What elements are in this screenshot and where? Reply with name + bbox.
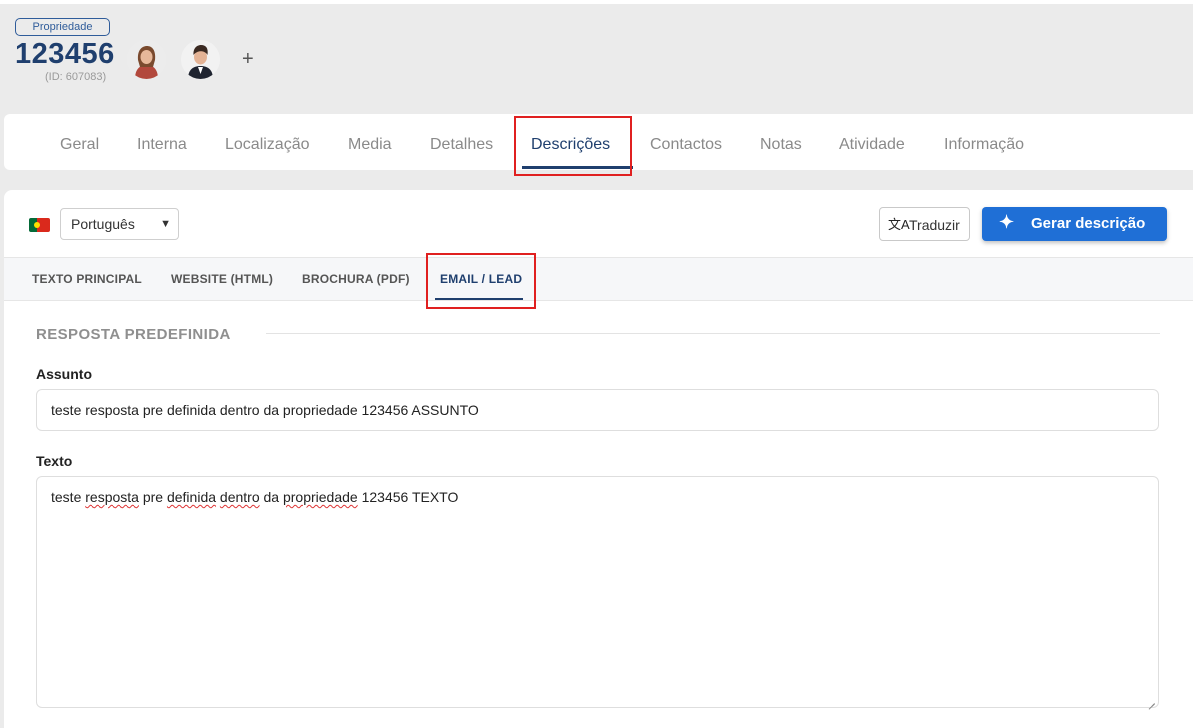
tab-atividade[interactable]: Atividade	[839, 136, 905, 154]
text-label: Texto	[36, 453, 73, 469]
tab-media[interactable]: Media	[348, 136, 392, 154]
subject-label: Assunto	[36, 366, 92, 382]
avatar[interactable]	[127, 40, 166, 79]
tab-detalhes[interactable]: Detalhes	[430, 136, 493, 154]
subtab-website-html[interactable]: WEBSITE (HTML)	[171, 272, 273, 286]
language-select-value: Português	[71, 216, 135, 232]
property-type-badge: Propriedade	[15, 18, 110, 36]
tab-notas[interactable]: Notas	[760, 136, 802, 154]
translate-icon: 文A	[888, 217, 910, 232]
main-tabs: Geral Interna Localização Media Detalhes…	[4, 114, 1193, 170]
subtab-brochura-pdf[interactable]: BROCHURA (PDF)	[302, 272, 410, 286]
tab-informacao[interactable]: Informação	[944, 136, 1024, 154]
chevron-down-icon: ▼	[160, 218, 171, 230]
text-value: teste resposta pre definida dentro da pr…	[51, 489, 459, 505]
subject-input[interactable]: teste resposta pre definida dentro da pr…	[36, 389, 1159, 431]
agent-avatar-female-icon	[127, 40, 166, 79]
top-strip	[0, 0, 1193, 4]
tab-descricoes[interactable]: Descrições	[531, 136, 610, 154]
active-tab-indicator	[522, 166, 633, 169]
translate-button[interactable]: 文A Traduzir	[879, 207, 970, 241]
generate-description-label: Gerar descrição	[1031, 215, 1146, 232]
property-header: Propriedade 123456 (ID: 607083) +	[0, 0, 1193, 112]
resize-handle-icon[interactable]	[1147, 696, 1155, 704]
translate-button-label: Traduzir	[909, 217, 960, 233]
active-subtab-indicator	[435, 298, 523, 300]
agent-avatar-male-icon	[181, 40, 220, 79]
property-reference: 123456	[15, 38, 115, 70]
tab-localizacao[interactable]: Localização	[225, 136, 310, 154]
subtab-texto-principal[interactable]: TEXTO PRINCIPAL	[32, 272, 142, 286]
section-title: RESPOSTA PREDEFINIDA	[36, 326, 231, 343]
text-textarea[interactable]: teste resposta pre definida dentro da pr…	[36, 476, 1159, 708]
property-id: (ID: 607083)	[45, 71, 107, 83]
generate-description-button[interactable]: ✦ Gerar descrição	[982, 207, 1167, 241]
tab-contactos[interactable]: Contactos	[650, 136, 722, 154]
sparkle-icon: ✦	[999, 212, 1015, 232]
section-divider	[266, 333, 1160, 334]
avatar[interactable]	[181, 40, 220, 79]
tab-interna[interactable]: Interna	[137, 136, 187, 154]
tab-geral[interactable]: Geral	[60, 136, 99, 154]
descriptions-card: Português ▼ 文A Traduzir ✦ Gerar descriçã…	[4, 190, 1193, 728]
description-subtabs: TEXTO PRINCIPAL WEBSITE (HTML) BROCHURA …	[4, 257, 1193, 301]
language-select[interactable]: Português ▼	[60, 208, 179, 240]
subtab-email-lead[interactable]: EMAIL / LEAD	[440, 272, 522, 286]
add-agent-button[interactable]: +	[242, 48, 254, 71]
portugal-flag-icon	[29, 218, 50, 232]
